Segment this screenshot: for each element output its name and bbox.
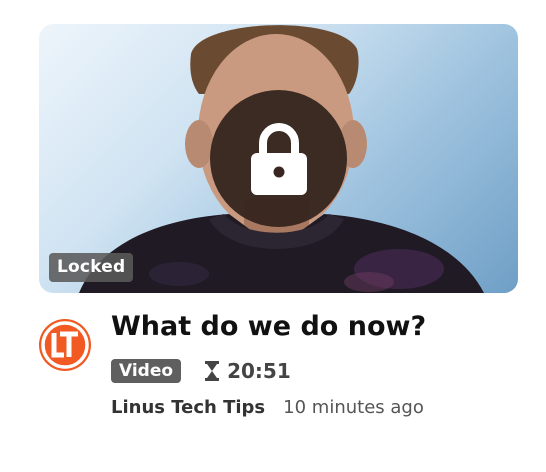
lock-icon (250, 122, 307, 195)
video-card[interactable]: Locked What do we do now? Video 20:51 Li… (0, 0, 546, 472)
video-title[interactable]: What do we do now? (111, 311, 426, 342)
locked-overlay (210, 90, 347, 227)
locked-badge: Locked (49, 253, 134, 282)
video-info-row: Video 20:51 (111, 358, 291, 383)
duration-text: 20:51 (227, 358, 291, 383)
video-thumbnail[interactable]: Locked (39, 24, 518, 293)
hourglass-icon (205, 360, 220, 381)
channel-name[interactable]: Linus Tech Tips (111, 397, 265, 418)
video-type-badge: Video (111, 358, 182, 383)
video-byline: Linus Tech Tips 10 minutes ago (111, 397, 424, 418)
video-duration: 20:51 (205, 359, 291, 383)
channel-avatar[interactable] (39, 319, 91, 371)
ltt-logo (41, 321, 89, 369)
published-time: 10 minutes ago (283, 397, 424, 418)
